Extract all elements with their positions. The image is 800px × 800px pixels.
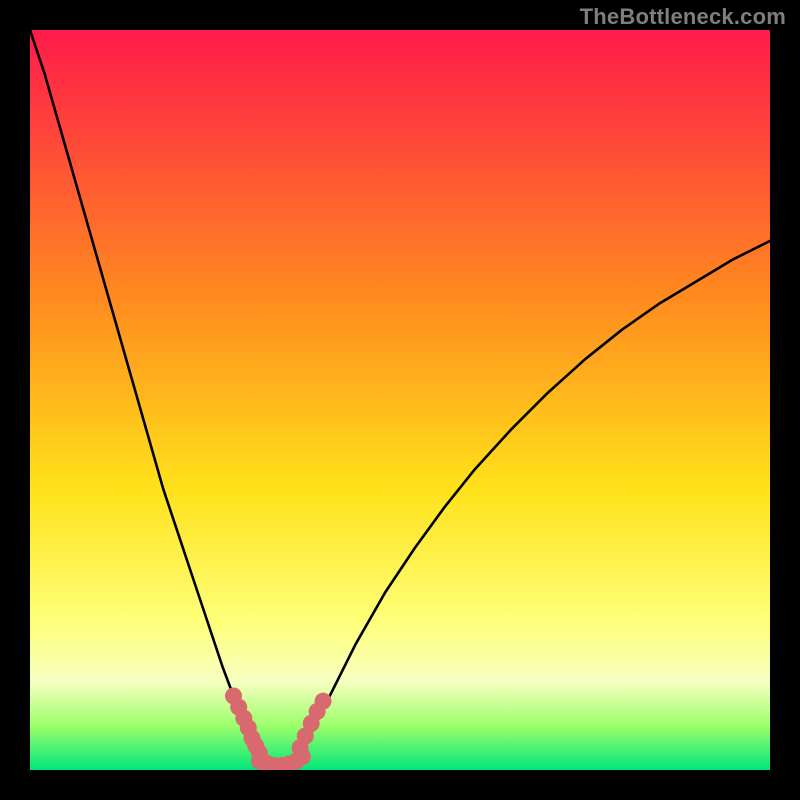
marker-dot xyxy=(315,693,332,710)
plot-area xyxy=(30,30,770,770)
bottleneck-chart-svg xyxy=(30,30,770,770)
watermark-text: TheBottleneck.com xyxy=(580,4,786,30)
gradient-background xyxy=(30,30,770,770)
chart-frame: TheBottleneck.com xyxy=(0,0,800,800)
